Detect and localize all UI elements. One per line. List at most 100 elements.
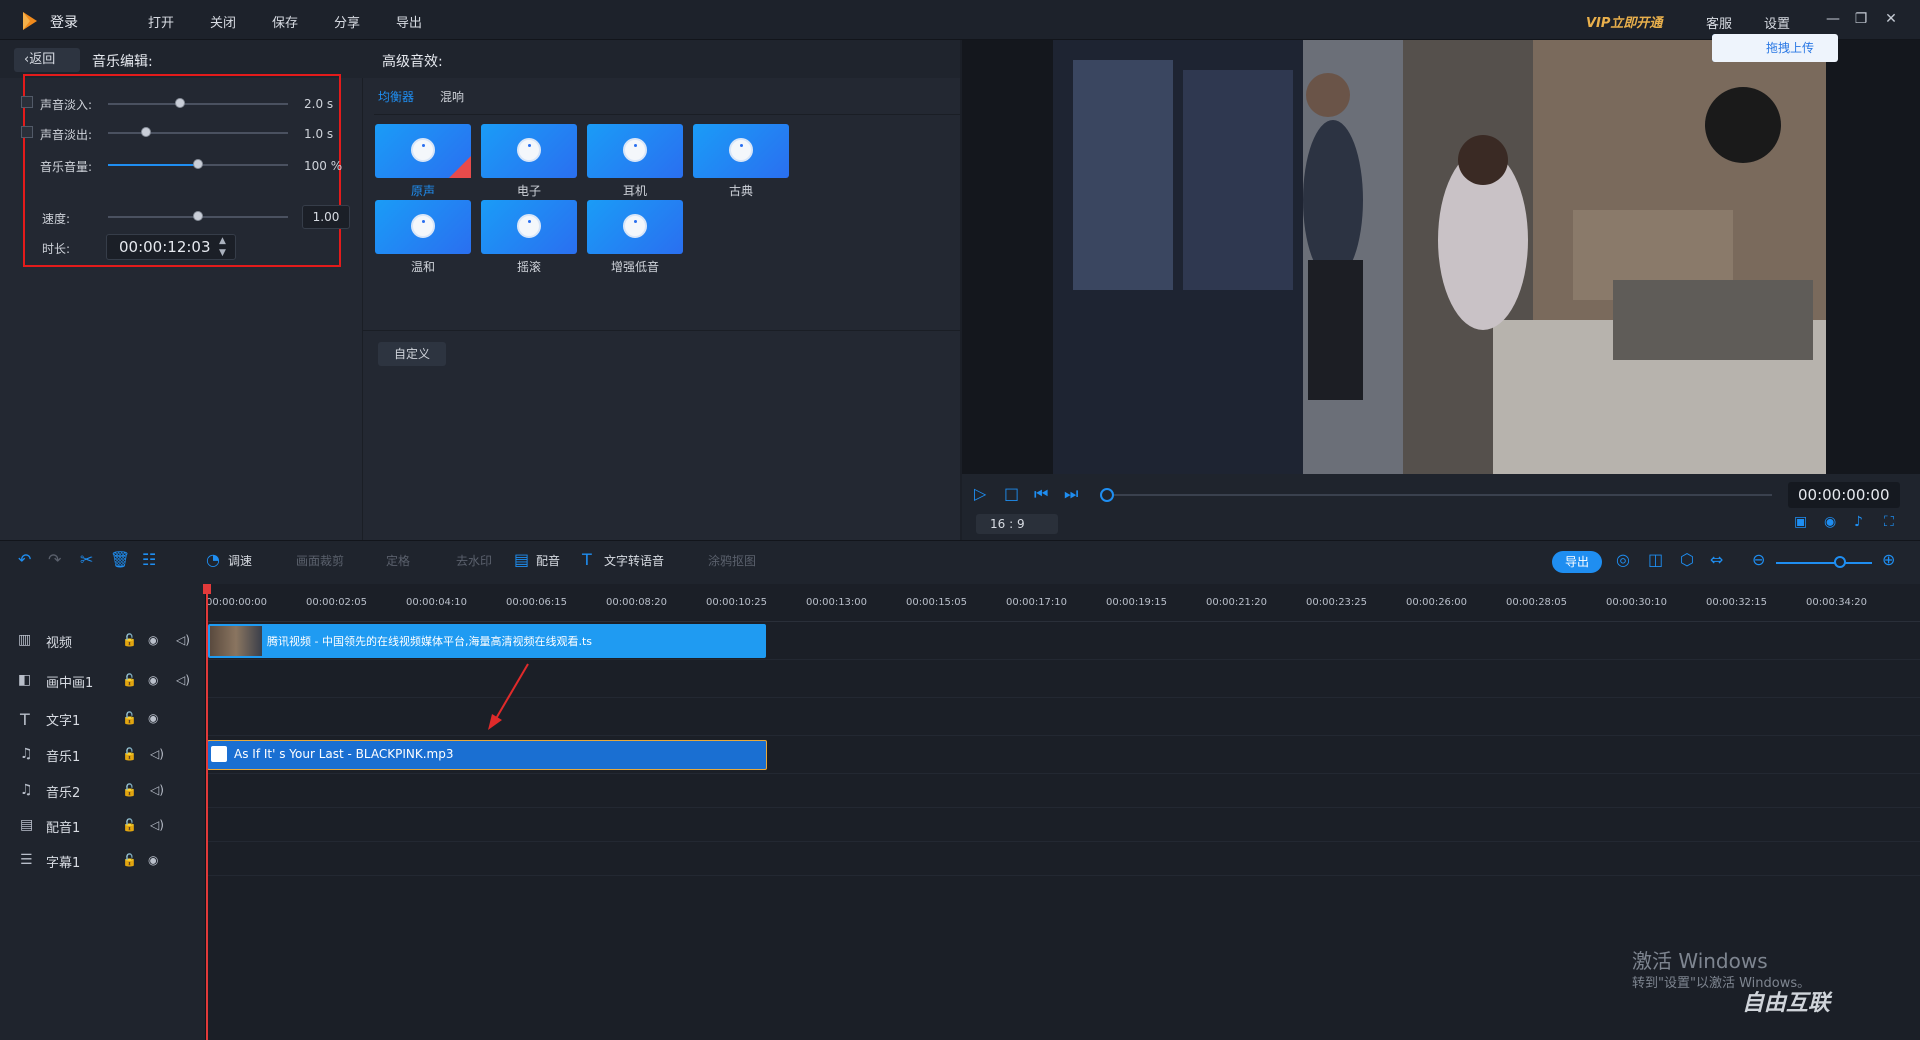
- scissors-icon[interactable]: ✂: [80, 550, 93, 569]
- next-frame-icon[interactable]: ⏭: [1064, 484, 1078, 504]
- dubbing-icon[interactable]: ▤: [514, 550, 529, 569]
- crop-tool[interactable]: 画面裁剪: [296, 552, 344, 569]
- menu-open[interactable]: 打开: [148, 12, 174, 31]
- preset-classical[interactable]: [693, 124, 789, 178]
- lock-icon[interactable]: 🔓: [122, 783, 137, 797]
- upload-button[interactable]: 拖拽上传: [1712, 34, 1838, 62]
- marker-icon[interactable]: ⬡: [1680, 550, 1694, 569]
- play-icon[interactable]: ▷: [974, 484, 986, 503]
- eye-icon[interactable]: ◉: [148, 633, 158, 647]
- progress-handle[interactable]: [1100, 488, 1114, 502]
- lock-icon[interactable]: 🔓: [122, 711, 137, 725]
- speaker-icon[interactable]: ◁): [176, 633, 190, 647]
- track-label-voice: 配音1: [46, 821, 81, 836]
- preset-headphone[interactable]: [587, 124, 683, 178]
- fit-icon[interactable]: ⇔: [1710, 550, 1723, 569]
- timecode-display[interactable]: 00:00:00:00: [1788, 482, 1900, 508]
- tab-equalizer[interactable]: 均衡器: [378, 88, 414, 105]
- track-label-music2: 音乐2: [46, 786, 81, 801]
- service-link[interactable]: 客服: [1706, 13, 1732, 32]
- lock-icon[interactable]: 🔓: [122, 853, 137, 867]
- fade-in-slider[interactable]: [108, 103, 288, 105]
- freeze-tool[interactable]: 定格: [386, 552, 410, 569]
- minimize-icon[interactable]: —: [1824, 10, 1842, 28]
- aspect-ratio-select[interactable]: 16 : 9: [976, 514, 1058, 534]
- lock-icon[interactable]: 🔓: [122, 747, 137, 761]
- track-label-music1: 音乐1: [46, 750, 81, 765]
- playhead[interactable]: [206, 588, 208, 1040]
- matting-tool[interactable]: 涂鸦抠图: [708, 552, 756, 569]
- prev-frame-icon[interactable]: ⏮: [1034, 484, 1048, 504]
- speaker-icon[interactable]: ◁): [176, 673, 190, 687]
- preset-bass-boost[interactable]: [587, 200, 683, 254]
- preset-electronic[interactable]: [481, 124, 577, 178]
- stop-icon[interactable]: □: [1004, 484, 1019, 503]
- preset-mild[interactable]: [375, 200, 471, 254]
- zoom-out-icon[interactable]: ⊖: [1752, 550, 1765, 569]
- fade-in-knob[interactable]: [175, 98, 185, 108]
- preset-rock[interactable]: [481, 200, 577, 254]
- close-icon[interactable]: ✕: [1882, 10, 1900, 28]
- zoom-handle[interactable]: [1834, 556, 1846, 568]
- spin-down-icon[interactable]: ▼: [219, 248, 226, 258]
- tts-icon[interactable]: T: [582, 550, 592, 569]
- vip-link[interactable]: VIP立即开通: [1586, 12, 1662, 31]
- volume-knob[interactable]: [193, 159, 203, 169]
- redo-icon[interactable]: ↷: [48, 550, 61, 569]
- fade-out-checkbox[interactable]: [21, 126, 33, 138]
- progress-bar[interactable]: [1108, 494, 1772, 496]
- track-row-voice[interactable]: [206, 808, 1920, 842]
- undo-icon[interactable]: ↶: [18, 550, 31, 569]
- volume-icon[interactable]: ♪: [1854, 514, 1863, 530]
- back-button[interactable]: ‹返回: [14, 48, 80, 72]
- split-view-icon[interactable]: ◫: [1648, 550, 1663, 569]
- selected-check-icon: [449, 156, 471, 178]
- track-row-music2[interactable]: [206, 774, 1920, 808]
- speaker-icon[interactable]: ◁): [150, 818, 164, 832]
- trash-icon[interactable]: 🗑: [110, 550, 130, 569]
- screenshot-frame-icon[interactable]: ▣: [1794, 514, 1807, 530]
- speed-knob[interactable]: [193, 211, 203, 221]
- lock-icon[interactable]: 🔓: [122, 633, 137, 647]
- fullscreen-icon[interactable]: ⛶: [1884, 514, 1894, 530]
- track-row-text[interactable]: [206, 698, 1920, 736]
- track-row-pip[interactable]: [206, 660, 1920, 698]
- speed-tool[interactable]: 调速: [228, 552, 252, 569]
- fade-out-slider[interactable]: [108, 132, 288, 134]
- ruler-tick: 00:00:34:20: [1806, 597, 1868, 608]
- palette-icon[interactable]: ◎: [1616, 550, 1630, 569]
- speaker-icon[interactable]: ◁): [150, 783, 164, 797]
- watermark-tool[interactable]: 去水印: [456, 552, 492, 569]
- lock-icon[interactable]: 🔓: [122, 673, 137, 687]
- fade-in-checkbox[interactable]: [21, 96, 33, 108]
- speaker-icon[interactable]: ◁): [150, 747, 164, 761]
- menu-close[interactable]: 关闭: [210, 12, 236, 31]
- subtitle-icon: ☰: [20, 852, 33, 868]
- speed-input[interactable]: 1.00: [302, 205, 350, 229]
- speed-icon[interactable]: ◔: [206, 550, 220, 569]
- tts-tool[interactable]: 文字转语音: [604, 552, 664, 569]
- menu-save[interactable]: 保存: [272, 12, 298, 31]
- fade-out-knob[interactable]: [141, 127, 151, 137]
- restore-icon[interactable]: ❐: [1852, 10, 1870, 28]
- eye-icon[interactable]: ◉: [148, 853, 158, 867]
- camera-icon[interactable]: ◉: [1824, 514, 1836, 530]
- login-link[interactable]: 登录: [50, 12, 78, 32]
- adjust-icon[interactable]: ☷: [142, 550, 156, 569]
- zoom-slider[interactable]: [1776, 562, 1872, 564]
- lock-icon[interactable]: 🔓: [122, 818, 137, 832]
- dubbing-tool[interactable]: 配音: [536, 552, 560, 569]
- track-row-subtitle[interactable]: [206, 842, 1920, 876]
- settings-link[interactable]: 设置: [1764, 13, 1790, 32]
- export-button[interactable]: 导出: [1552, 551, 1602, 573]
- custom-button[interactable]: 自定义: [378, 342, 446, 366]
- menu-share[interactable]: 分享: [334, 12, 360, 31]
- zoom-in-icon[interactable]: ⊕: [1882, 550, 1895, 569]
- spin-up-icon[interactable]: ▲: [219, 236, 226, 246]
- tab-reverb[interactable]: 混响: [440, 88, 464, 105]
- eye-icon[interactable]: ◉: [148, 673, 158, 687]
- menu-export[interactable]: 导出: [396, 12, 422, 31]
- eye-icon[interactable]: ◉: [148, 711, 158, 725]
- duration-input[interactable]: 00:00:12:03: [106, 234, 236, 260]
- preset-headphone-label: 耳机: [622, 184, 647, 198]
